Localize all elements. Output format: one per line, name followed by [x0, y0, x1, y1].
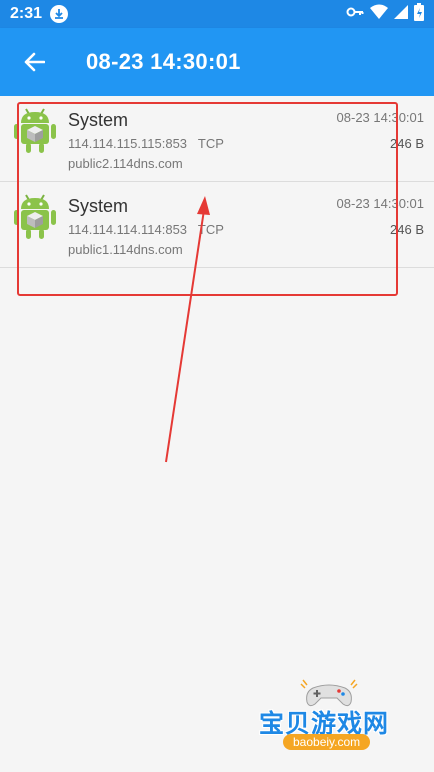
connection-list: System 114.114.115.115:853 TCP public2.1… [0, 96, 434, 268]
app-bar: 08-23 14:30:01 [0, 28, 434, 96]
app-name: System [68, 110, 129, 130]
back-button[interactable] [6, 34, 62, 90]
status-time: 2:31 [10, 5, 43, 22]
remote-host: public1.114dns.com [68, 242, 183, 257]
transfer-size: 246 B [390, 136, 424, 151]
android-app-icon [14, 194, 56, 239]
watermark-logo: 宝贝游戏网 baobeiy.com [255, 678, 405, 754]
remote-host: public2.114dns.com [68, 156, 183, 171]
vpn-key-icon [346, 5, 364, 23]
protocol: TCP [197, 136, 224, 151]
download-icon [50, 5, 69, 23]
wifi-icon [370, 4, 388, 24]
transfer-size: 246 B [390, 222, 424, 237]
arrow-left-icon [24, 52, 45, 72]
status-icons [346, 2, 424, 26]
page-title: 08-23 14:30:01 [86, 49, 241, 74]
battery-icon [414, 2, 424, 26]
connection-row[interactable]: System 114.114.115.115:853 TCP public2.1… [0, 96, 434, 182]
status-bar: 2:31 [0, 0, 434, 28]
connection-row[interactable]: System 114.114.114.114:853 TCP public1.1… [0, 182, 434, 268]
protocol: TCP [197, 222, 224, 237]
android-app-icon [14, 108, 56, 153]
app-name: System [68, 196, 129, 216]
connection-time: 08-23 14:30:01 [336, 196, 424, 211]
connection-time: 08-23 14:30:01 [336, 110, 424, 125]
remote-address: 114.114.115.115:853 [68, 136, 188, 151]
connection-address: 114.114.114.114:853 TCP [68, 222, 224, 237]
signal-icon [394, 4, 408, 24]
connection-address: 114.114.115.115:853 TCP [68, 136, 224, 151]
watermark-site: baobeiy.com [283, 734, 371, 750]
remote-address: 114.114.114.114:853 [68, 222, 188, 237]
